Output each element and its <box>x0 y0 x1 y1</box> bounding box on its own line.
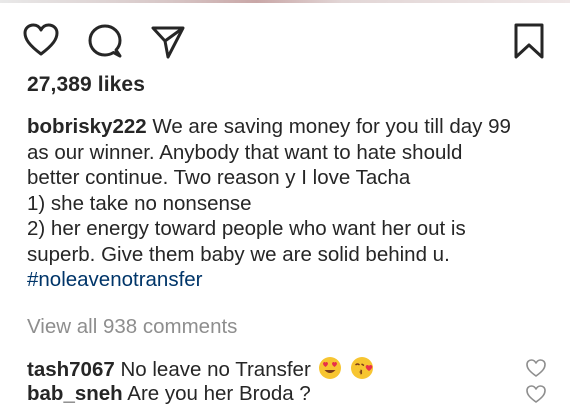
comment-username[interactable]: tash7067 <box>27 358 115 381</box>
comment-item: bab_sneh Are you her Broda ? <box>27 382 311 406</box>
bookmark-icon[interactable] <box>513 22 545 60</box>
caption-text-line: as our winner. Anybody that want to hate… <box>27 140 463 164</box>
kissing-heart-emoji <box>350 356 374 386</box>
post-caption: bobrisky222 We are saving money for you … <box>27 114 557 293</box>
small-heart-icon[interactable] <box>525 358 547 378</box>
caption-text-line: We are saving money for you till day 99 <box>152 115 511 138</box>
view-all-comments-link[interactable]: View all 938 comments <box>27 315 237 339</box>
comment-bubble-icon[interactable] <box>87 23 123 59</box>
small-heart-icon[interactable] <box>525 384 547 404</box>
caption-username[interactable]: bobrisky222 <box>27 115 147 138</box>
heart-icon[interactable] <box>22 22 60 58</box>
post-action-bar <box>0 20 570 62</box>
top-edge-strip <box>0 0 570 3</box>
likes-count[interactable]: 27,389 likes <box>27 73 145 97</box>
caption-hashtag[interactable]: #noleavenotransfer <box>27 267 557 293</box>
caption-text-line: 2) her energy toward people who want her… <box>27 217 466 240</box>
paper-plane-icon[interactable] <box>150 24 186 60</box>
caption-text-line: superb. Give them baby we are solid behi… <box>27 242 450 266</box>
comment-text: No leave no Transfer <box>120 358 311 381</box>
caption-text-line: better continue. Two reason y I love Tac… <box>27 166 411 189</box>
heart-eyes-emoji <box>318 356 342 386</box>
comment-text: Are you her Broda ? <box>127 382 311 405</box>
comment-username[interactable]: bab_sneh <box>27 382 123 405</box>
caption-text-line: 1) she take no nonsense <box>27 191 252 215</box>
